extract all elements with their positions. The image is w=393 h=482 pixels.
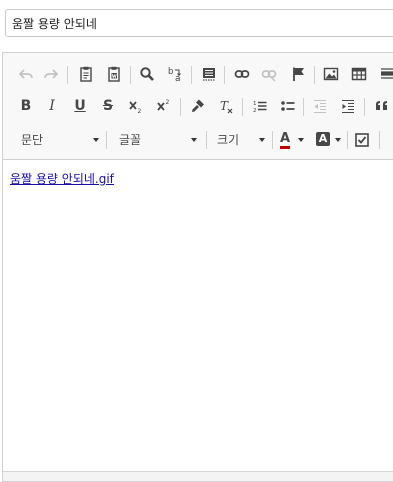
svg-text:b: b xyxy=(168,67,173,77)
chevron-down-icon xyxy=(259,138,265,142)
table-icon[interactable] xyxy=(347,63,371,85)
toolbar-separator xyxy=(347,131,348,149)
toolbar-separator xyxy=(106,131,107,149)
title-input[interactable] xyxy=(5,9,393,37)
image-icon[interactable] xyxy=(319,63,343,85)
redo-icon[interactable] xyxy=(39,63,63,85)
background-color-button[interactable]: A xyxy=(313,130,345,150)
paste-text-icon[interactable] xyxy=(74,63,98,85)
checkbox-icon[interactable] xyxy=(350,129,374,151)
chevron-down-icon xyxy=(335,138,341,142)
subscript-icon[interactable]: 2 xyxy=(124,95,148,117)
font-label: 글꼴 xyxy=(119,133,142,147)
anchor-flag-icon[interactable] xyxy=(287,63,311,85)
horizontal-line-icon[interactable] xyxy=(375,63,393,85)
toolbar-separator xyxy=(67,66,68,84)
toolbar-separator xyxy=(242,98,243,116)
replace-icon[interactable]: ba xyxy=(163,63,187,85)
svg-text:T: T xyxy=(220,99,229,113)
unlink-icon[interactable] xyxy=(257,63,281,85)
toolbar-separator xyxy=(272,131,273,149)
toolbar-separator xyxy=(130,66,131,84)
editor-status-bar xyxy=(3,471,393,481)
attached-gif-link[interactable]: 움짤 용량 안되네.gif xyxy=(10,170,114,187)
paragraph-format-dropdown[interactable]: 문단 xyxy=(11,130,103,150)
underline-button[interactable]: U xyxy=(68,95,92,117)
undo-icon[interactable] xyxy=(14,63,38,85)
link-icon[interactable] xyxy=(230,63,254,85)
toolbar-separator xyxy=(191,66,192,84)
italic-button[interactable]: I xyxy=(40,95,64,117)
text-color-button[interactable]: A xyxy=(276,130,308,150)
font-dropdown[interactable]: 글꼴 xyxy=(109,130,201,150)
copy-formatting-icon[interactable] xyxy=(186,95,210,117)
select-all-icon[interactable] xyxy=(197,63,221,85)
chevron-down-icon xyxy=(93,138,99,142)
editor-toolbar: ba B I U S 2 2 T 1 2 문단 글꼴 크기 A A xyxy=(3,53,393,160)
bold-button[interactable]: B xyxy=(14,95,38,117)
outdent-icon[interactable] xyxy=(308,95,332,117)
toolbar-separator xyxy=(180,98,181,116)
font-size-label: 크기 xyxy=(217,133,240,147)
strikethrough-button[interactable]: S xyxy=(96,95,120,117)
remove-format-icon[interactable]: T xyxy=(214,95,238,117)
paste-from-word-icon[interactable] xyxy=(102,63,126,85)
superscript-icon[interactable]: 2 xyxy=(152,95,176,117)
toolbar-separator xyxy=(314,66,315,84)
svg-text:1: 1 xyxy=(253,101,257,107)
svg-text:2: 2 xyxy=(138,108,142,114)
chevron-down-icon xyxy=(298,138,304,142)
find-icon[interactable] xyxy=(135,63,159,85)
rich-text-editor: ba B I U S 2 2 T 1 2 문단 글꼴 크기 A A 움짤 용량 … xyxy=(2,52,393,482)
text-color-icon: A xyxy=(280,131,291,149)
numbered-list-icon[interactable]: 12 xyxy=(248,95,272,117)
toolbar-separator xyxy=(379,131,380,149)
chevron-down-icon xyxy=(191,138,197,142)
editor-content-area[interactable]: 움짤 용량 안되네.gif xyxy=(3,159,393,459)
background-color-icon: A xyxy=(316,132,330,146)
font-size-dropdown[interactable]: 크기 xyxy=(209,130,269,150)
bulleted-list-icon[interactable] xyxy=(276,95,300,117)
toolbar-separator xyxy=(303,98,304,116)
indent-icon[interactable] xyxy=(336,95,360,117)
toolbar-separator xyxy=(206,131,207,149)
toolbar-separator xyxy=(364,98,365,116)
toolbar-separator xyxy=(224,66,225,84)
paragraph-format-label: 문단 xyxy=(21,133,44,147)
blockquote-icon[interactable] xyxy=(370,95,393,117)
svg-text:2: 2 xyxy=(166,99,170,106)
svg-text:2: 2 xyxy=(253,108,257,114)
